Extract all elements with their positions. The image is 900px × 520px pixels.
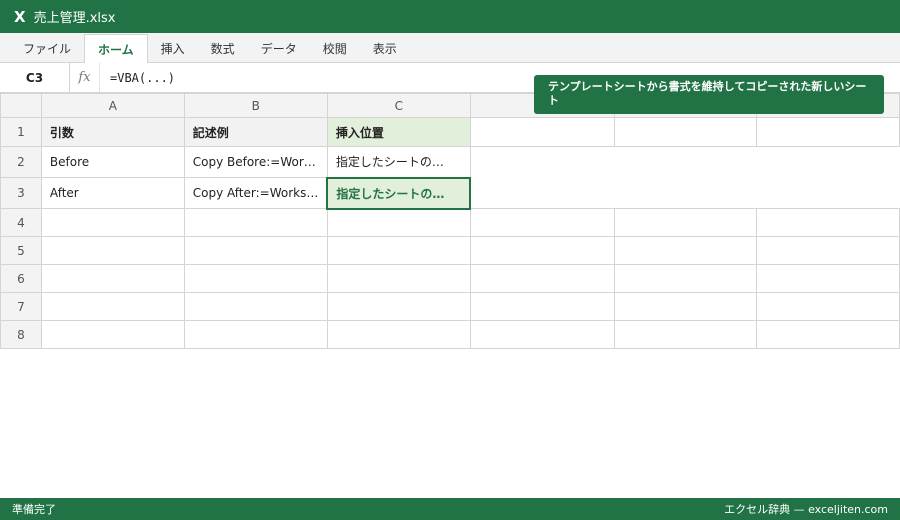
- cell-d7[interactable]: [469, 292, 615, 321]
- cell-e2[interactable]: [614, 147, 757, 178]
- cell-d5[interactable]: [469, 236, 615, 265]
- cell-b4[interactable]: [183, 208, 328, 237]
- cell-d2[interactable]: [470, 147, 614, 178]
- cell-e8[interactable]: [613, 320, 758, 349]
- status-text: 準備完了: [12, 503, 56, 516]
- title-bar: X 売上管理.xlsx: [0, 0, 900, 33]
- row-header-4[interactable]: 4: [0, 208, 42, 237]
- cell-b5[interactable]: [183, 236, 328, 265]
- fx-icon[interactable]: fx: [70, 63, 100, 92]
- tab-formulas[interactable]: 数式: [198, 33, 248, 63]
- cell-a7[interactable]: [40, 292, 185, 321]
- column-header-a[interactable]: A: [40, 93, 185, 118]
- cell-c4[interactable]: [326, 208, 471, 237]
- tooltip: テンプレートシートから書式を維持してコピーされた新しいシート: [534, 75, 884, 114]
- tab-view[interactable]: 表示: [360, 33, 410, 63]
- tab-home[interactable]: ホーム: [84, 34, 148, 64]
- row-header-1[interactable]: 1: [0, 117, 42, 147]
- cell-e7[interactable]: [613, 292, 758, 321]
- cell-a1[interactable]: 引数: [40, 117, 185, 147]
- cell-d6[interactable]: [469, 264, 615, 293]
- cell-c5[interactable]: [326, 236, 471, 265]
- row-header-6[interactable]: 6: [0, 264, 42, 293]
- row-header-8[interactable]: 8: [0, 320, 42, 349]
- cell-b2[interactable]: Copy Before:=Wor…: [183, 146, 328, 178]
- ribbon-tabs: ファイル ホーム 挿入 数式 データ 校閲 表示: [0, 33, 900, 64]
- row-header-3[interactable]: 3: [0, 177, 42, 209]
- cell-f7[interactable]: [756, 292, 900, 321]
- column-header-b[interactable]: B: [183, 93, 328, 118]
- cell-a2[interactable]: Before: [40, 146, 185, 178]
- cell-c7[interactable]: [326, 292, 471, 321]
- select-all-corner[interactable]: [0, 93, 42, 118]
- cell-b1[interactable]: 記述例: [183, 117, 328, 147]
- cell-f1[interactable]: [756, 117, 900, 147]
- cell-b7[interactable]: [183, 292, 328, 321]
- cell-b6[interactable]: [183, 264, 328, 293]
- cell-d3[interactable]: [470, 178, 614, 209]
- cell-c6[interactable]: [326, 264, 471, 293]
- row-header-7[interactable]: 7: [0, 292, 42, 321]
- site-credit: エクセル辞典 — exceljiten.com: [724, 503, 888, 516]
- tab-file[interactable]: ファイル: [10, 33, 84, 63]
- cell-a5[interactable]: [40, 236, 185, 265]
- cell-a3[interactable]: After: [40, 177, 185, 209]
- cell-e5[interactable]: [613, 236, 758, 265]
- cell-a6[interactable]: [40, 264, 185, 293]
- status-bar: 準備完了 エクセル辞典 — exceljiten.com: [0, 498, 900, 520]
- cell-d1[interactable]: [469, 117, 615, 147]
- excel-logo-icon: X: [14, 7, 26, 26]
- cell-c3-selected[interactable]: 指定したシートの…: [326, 176, 472, 210]
- cell-c1[interactable]: 挿入位置: [326, 117, 471, 147]
- cell-c8[interactable]: [326, 320, 471, 349]
- cell-a8[interactable]: [40, 320, 185, 349]
- cell-f4[interactable]: [756, 208, 900, 237]
- tab-review[interactable]: 校閲: [310, 33, 360, 63]
- cell-f5[interactable]: [756, 236, 900, 265]
- cell-d8[interactable]: [469, 320, 615, 349]
- cell-e1[interactable]: [613, 117, 758, 147]
- cell-f3[interactable]: [757, 178, 900, 209]
- cell-b3[interactable]: Copy After:=Works…: [183, 177, 328, 209]
- cell-e6[interactable]: [613, 264, 758, 293]
- spreadsheet-grid: A B C 1 引数 記述例 挿入位置 2 Before Copy Before…: [0, 93, 900, 349]
- cell-e4[interactable]: [613, 208, 758, 237]
- cell-a4[interactable]: [40, 208, 185, 237]
- cell-f8[interactable]: [756, 320, 900, 349]
- window-title: 売上管理.xlsx: [33, 11, 116, 26]
- row-header-5[interactable]: 5: [0, 236, 42, 265]
- cell-c2[interactable]: 指定したシートの…: [326, 146, 471, 178]
- name-box[interactable]: C3: [0, 63, 70, 92]
- formula-input[interactable]: =VBA(...): [100, 71, 175, 85]
- cell-f6[interactable]: [756, 264, 900, 293]
- cell-d4[interactable]: [469, 208, 615, 237]
- cell-e3[interactable]: [614, 178, 757, 209]
- column-header-c[interactable]: C: [326, 93, 471, 118]
- cell-b8[interactable]: [183, 320, 328, 349]
- row-header-2[interactable]: 2: [0, 146, 42, 178]
- cell-f2[interactable]: [757, 147, 900, 178]
- tab-insert[interactable]: 挿入: [148, 33, 198, 63]
- tab-data[interactable]: データ: [248, 33, 310, 63]
